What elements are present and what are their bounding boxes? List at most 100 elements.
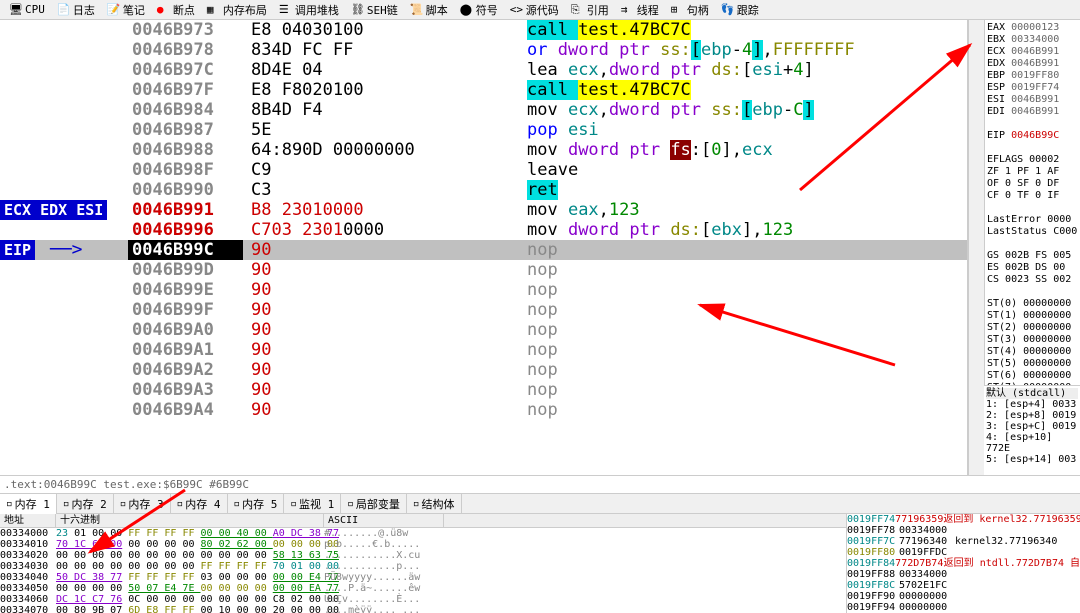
stack-row[interactable]: 0019FF9000000000 [847, 591, 1080, 602]
source-tab[interactable]: <>源代码 [505, 0, 564, 20]
disasm-row[interactable]: 0046B9A290nop [0, 360, 967, 380]
dump-tab[interactable]: ▫内存 1 [0, 494, 57, 514]
fpu-row: ST(3) 00000000 [987, 334, 1078, 346]
disasm-row[interactable]: 0046B9A090nop [0, 320, 967, 340]
stack-note [955, 591, 1080, 602]
main-toolbar: 🖥CPU 📄日志 📝笔记 ●断点 ▦内存布局 ☰调用堆栈 ⛓SEH链 📜脚本 ⬤… [0, 0, 1080, 20]
eip-row[interactable]: EIP 0046B99C [987, 130, 1078, 142]
disasm-row[interactable]: 0046B990C3ret [0, 180, 967, 200]
disasm-row[interactable]: 0046B97C8D4E 04lea ecx,dword ptr ds:[esi… [0, 60, 967, 80]
threads-tab[interactable]: ⇉线程 [616, 0, 664, 20]
dump-row[interactable]: 0033405000 00 00 00 50 07 E4 7E 00 00 00… [0, 583, 846, 594]
dump-row[interactable]: 0033402000 00 00 00 00 00 00 00 00 00 00… [0, 550, 846, 561]
disasm-row[interactable]: 0046B99F90nop [0, 300, 967, 320]
stack-row[interactable]: 0019FF7C77196340kernel32.77196340 [847, 536, 1080, 547]
stack-row[interactable]: 0019FF84772D7B74返回到 ntdll.772D7B74 自 [847, 558, 1080, 569]
dump-addr: 00334030 [0, 561, 56, 572]
addr-cell: 0046B991 [128, 200, 243, 220]
disasm-row[interactable]: 0046B973E8 04030100call test.47BC7C [0, 20, 967, 40]
symbols-tab[interactable]: ⬤符号 [455, 0, 503, 20]
notes-tab[interactable]: 📝笔记 [102, 0, 150, 20]
disasm-row[interactable]: 0046B9875Epop esi [0, 120, 967, 140]
disasm-row[interactable]: 0046B978834D FC FFor dword ptr ss:[ebp-4… [0, 40, 967, 60]
bytes-cell: 90 [243, 280, 523, 300]
dump-tab[interactable]: ▫内存 4 [171, 494, 228, 514]
log-tab[interactable]: 📄日志 [52, 0, 100, 20]
disasm-row[interactable]: EIP──>0046B99C90nop [0, 240, 967, 260]
disasm-row[interactable]: 0046B996C703 23010000mov dword ptr ds:[e… [0, 220, 967, 240]
callconv-panel[interactable]: 默认 (stdcall) 1: [esp+4] 00332: [esp+8] 0… [984, 385, 1080, 475]
register-row[interactable]: ESP 0019FF74 [987, 82, 1078, 94]
dump-row[interactable]: 0033407000 80 9B 07 6D E8 FF FF 00 10 00… [0, 605, 846, 613]
handles-tab[interactable]: ⊞句柄 [666, 0, 714, 20]
register-row[interactable]: EBP 0019FF80 [987, 70, 1078, 82]
info-bar: .text:0046B99C test.exe:$6B99C #6B99C [0, 475, 1080, 493]
dump-tab[interactable]: ▫内存 3 [114, 494, 171, 514]
callconv-row[interactable]: 2: [esp+8] 0019 [986, 410, 1078, 421]
disasm-row[interactable]: 0046B9A490nop [0, 400, 967, 420]
dump-tab[interactable]: ▫内存 2 [57, 494, 114, 514]
dump-tab[interactable]: ▫结构体 [407, 494, 462, 514]
register-row[interactable]: EDI 0046B991 [987, 106, 1078, 118]
register-row[interactable]: EAX 00000123 [987, 22, 1078, 34]
cpu-tab[interactable]: 🖥CPU [4, 1, 50, 19]
dump-row[interactable]: 00334060DC 1C C7 76 0C 00 00 00 00 00 00… [0, 594, 846, 605]
stack-row[interactable]: 0019FF8800334000 [847, 569, 1080, 580]
stack-view[interactable]: 0019FF7477196359返回到 kernel32.77196359001… [846, 514, 1080, 613]
disasm-scrollbar[interactable] [968, 20, 984, 475]
trace-tab[interactable]: 👣跟踪 [716, 0, 764, 20]
register-row[interactable]: ESI 0046B991 [987, 94, 1078, 106]
addr-cell: 0046B99E [128, 280, 243, 300]
disasm-row[interactable]: 0046B98FC9leave [0, 160, 967, 180]
callstack-tab[interactable]: ☰调用堆栈 [274, 0, 344, 20]
bytes-cell: 64:890D 00000000 [243, 140, 523, 160]
dump-tab[interactable]: ▫内存 5 [228, 494, 285, 514]
register-row[interactable]: ECX 0046B991 [987, 46, 1078, 58]
dump-tab[interactable]: ▫局部变量 [341, 494, 407, 514]
dump-row[interactable]: 0033403000 00 00 00 00 00 00 00 FF FF FF… [0, 561, 846, 572]
disasm-row[interactable]: 0046B98864:890D 00000000mov dword ptr fs… [0, 140, 967, 160]
addr-cell: 0046B9A3 [128, 380, 243, 400]
register-row[interactable]: EBX 00334000 [987, 34, 1078, 46]
dump-row[interactable]: 0033404050 DC 38 77 FF FF FF FF 03 00 00… [0, 572, 846, 583]
disassembly-view[interactable]: 0046B973E8 04030100call test.47BC7C0046B… [0, 20, 968, 475]
asm-cell: mov dword ptr ds:[ebx],123 [523, 220, 967, 240]
callconv-row[interactable]: 4: [esp+10] 772E [986, 432, 1078, 454]
dump-row[interactable]: 0033400023 01 00 00 FF FF FF FF 00 00 40… [0, 528, 846, 539]
disasm-row[interactable]: ECX EDX ESI0046B991B8 23010000mov eax,12… [0, 200, 967, 220]
dump-col-hex[interactable]: 十六进制 [56, 514, 324, 527]
cpu-icon: 🖥 [9, 3, 23, 17]
seh-tab[interactable]: ⛓SEH链 [346, 0, 403, 20]
callconv-row[interactable]: 3: [esp+C] 0019 [986, 421, 1078, 432]
dump-col-ascii[interactable]: ASCII [324, 514, 444, 527]
disasm-row[interactable]: 0046B9A190nop [0, 340, 967, 360]
disasm-row[interactable]: 0046B9A390nop [0, 380, 967, 400]
dump-row[interactable]: 0033401070 1C 62 00 00 00 00 00 80 02 62… [0, 539, 846, 550]
asm-cell: nop [523, 360, 967, 380]
asm-cell: nop [523, 240, 967, 260]
disasm-row[interactable]: 0046B97FE8 F8020100call test.47BC7C [0, 80, 967, 100]
ref-tab[interactable]: ⎘引用 [566, 0, 614, 20]
stack-row[interactable]: 0019FF7800334000 [847, 525, 1080, 536]
log-icon: 📄 [57, 3, 71, 17]
callconv-row[interactable]: 1: [esp+4] 0033 [986, 399, 1078, 410]
script-tab[interactable]: 📜脚本 [405, 0, 453, 20]
disasm-row[interactable]: 0046B9848B4D F4mov ecx,dword ptr ss:[ebp… [0, 100, 967, 120]
memory-dump[interactable]: 地址 十六进制 ASCII 0033400023 01 00 00 FF FF … [0, 514, 846, 613]
stack-row[interactable]: 0019FF800019FFDC [847, 547, 1080, 558]
breakpoints-tab[interactable]: ●断点 [152, 0, 200, 20]
stack-addr: 0019FF84 [847, 558, 895, 569]
disasm-row[interactable]: 0046B99E90nop [0, 280, 967, 300]
dump-col-addr[interactable]: 地址 [0, 514, 56, 527]
stack-row[interactable]: 0019FF7477196359返回到 kernel32.77196359 [847, 514, 1080, 525]
callconv-row[interactable]: 5: [esp+14] 003 [986, 454, 1078, 465]
memmap-tab[interactable]: ▦内存布局 [202, 0, 272, 20]
stack-row[interactable]: 0019FF9400000000 [847, 602, 1080, 613]
dump-tab-icon: ▫ [234, 497, 241, 510]
stack-row[interactable]: 0019FF8C5702E1FC [847, 580, 1080, 591]
dump-tab[interactable]: ▫监视 1 [284, 494, 341, 514]
register-panel[interactable]: EAX 00000123EBX 00334000ECX 0046B991EDX … [984, 20, 1080, 385]
bytes-cell: C703 23010000 [243, 220, 523, 240]
register-row[interactable]: EDX 0046B991 [987, 58, 1078, 70]
disasm-row[interactable]: 0046B99D90nop [0, 260, 967, 280]
